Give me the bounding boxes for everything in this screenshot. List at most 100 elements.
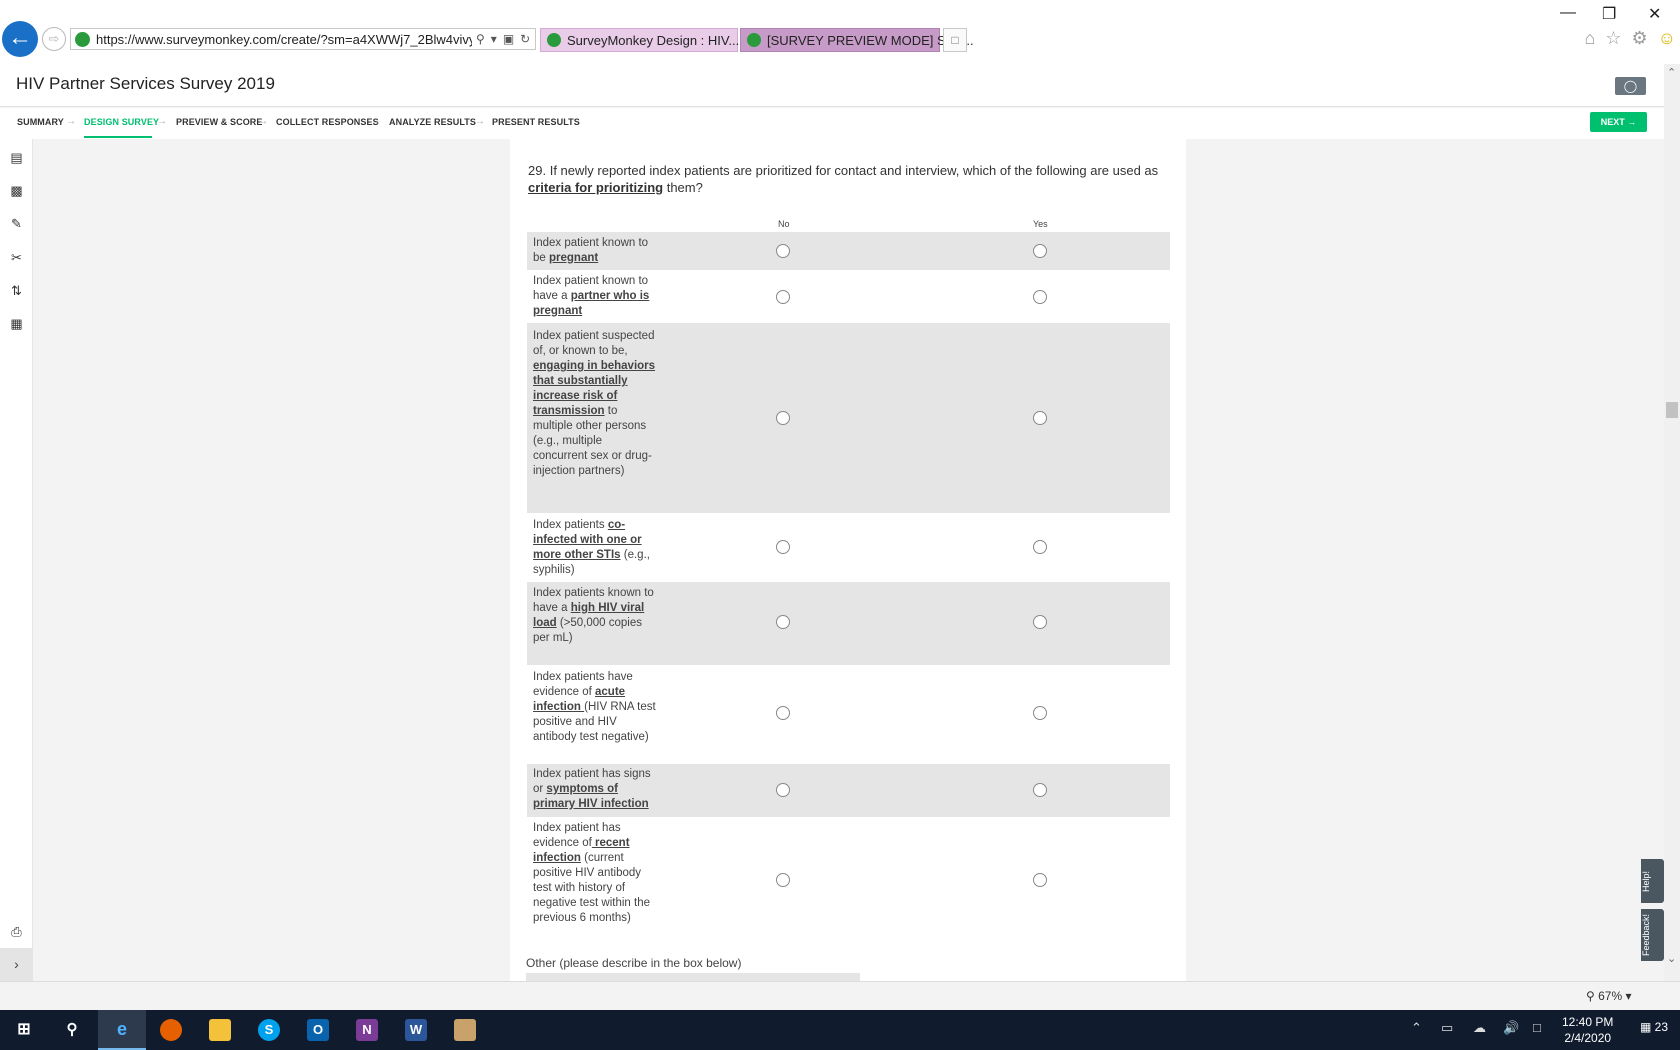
radio-yes[interactable] [1033,290,1047,304]
builder-chart-icon[interactable]: ▩ [8,182,25,199]
matrix-row: Index patient known to have a partner wh… [527,270,1170,323]
matrix-row: Index patients known to have a high HIV … [527,582,1170,665]
refresh-icon[interactable]: ↻ [520,32,530,46]
tab-surveymonkey-design[interactable]: SurveyMonkey Design : HIV... × [540,28,747,52]
row-label: Index patient has evidence of recent inf… [533,822,650,924]
network-icon[interactable]: □ [1533,1020,1541,1035]
scroll-down-icon[interactable]: ⌄ [1667,952,1676,965]
question-bank-icon[interactable]: ▤ [8,149,25,166]
row-label: Index patient known to be pregnant [533,237,649,264]
question-keyword: criteria for prioritizing [528,180,664,195]
radio-no[interactable] [776,411,790,425]
back-arrow-icon[interactable]: ← [2,21,38,57]
vertical-scrollbar[interactable]: ⌃ ⌄ [1664,64,1680,981]
other-text-input[interactable] [526,973,860,981]
new-tab-icon[interactable]: □ [943,28,967,52]
row-label: Index patient suspected of, or known to … [533,330,656,477]
search-icon[interactable]: ⚲ [48,1010,96,1050]
tab-collect-responses[interactable]: COLLECT RESPONSES [276,117,379,127]
app-header: HIV Partner Services Survey 2019 ◯ [0,64,1664,107]
arrow-right-icon: → [66,116,76,127]
tab-summary[interactable]: SUMMARY [17,117,64,127]
feedback-tab[interactable]: Feedback! [1641,909,1664,961]
zoom-level[interactable]: ⚲ 67% ▾ [1586,989,1632,1003]
active-tab-indicator [84,136,152,138]
smiley-feedback-icon[interactable]: ☺ [1658,28,1676,49]
radio-no[interactable] [776,783,790,797]
print-icon[interactable]: ⎙ [8,923,25,940]
matrix-row: Index patients have evidence of acute in… [527,665,1170,764]
radio-yes[interactable] [1033,873,1047,887]
windows-start-icon[interactable]: ⊞ [0,1010,48,1050]
radio-yes[interactable] [1033,706,1047,720]
close-window-icon[interactable]: ✕ [1648,4,1661,24]
settings-gear-icon[interactable]: ⚙ [1631,28,1647,49]
image-app-icon[interactable] [441,1010,489,1050]
tab-preview-score[interactable]: PREVIEW & SCORE [176,117,263,127]
system-clock[interactable]: 12:40 PM 2/4/2020 [1562,1014,1613,1046]
scroll-up-icon[interactable]: ⌃ [1667,66,1676,79]
radio-yes[interactable] [1033,540,1047,554]
radio-no[interactable] [776,290,790,304]
tab-survey-preview[interactable]: [SURVEY PREVIEW MODE] Surv... [740,28,974,52]
radio-yes[interactable] [1033,783,1047,797]
matrix-row: Index patients co-infected with one or m… [527,513,1170,582]
next-button[interactable]: NEXT → [1590,112,1647,132]
browser-status-bar: ⚲ 67% ▾ [0,981,1680,1010]
arrow-right-icon: → [157,116,167,127]
search-icon[interactable]: ⚲ [476,32,485,46]
tray-expand-icon[interactable]: ⌃ [1411,1020,1422,1036]
help-tab[interactable]: Help! [1641,859,1664,903]
minimize-icon[interactable]: — [1560,4,1576,22]
arrow-right-icon: → [258,116,268,127]
matrix-row: Index patient suspected of, or known to … [527,323,1170,513]
onenote-icon[interactable]: N [343,1010,391,1050]
radio-no[interactable] [776,873,790,887]
home-icon[interactable]: ⌂ [1584,28,1595,49]
chevron-down-icon[interactable]: ▾ [491,32,497,46]
surveymonkey-site-icon [75,31,90,47]
radio-no[interactable] [776,706,790,720]
restore-icon[interactable]: ❐ [1602,4,1616,24]
radio-no[interactable] [776,244,790,258]
favorites-star-icon[interactable]: ☆ [1605,28,1621,49]
volume-icon[interactable]: 🔊 [1503,1020,1519,1036]
lock-icon: ▣ [502,32,515,46]
row-label: Index patients co-infected with one or m… [533,519,650,576]
workflow-nav: SUMMARY → DESIGN SURVEY → PREVIEW & SCOR… [0,108,1664,139]
skype-icon[interactable]: S [245,1010,293,1050]
arrow-right-icon: → [371,116,381,127]
radio-no[interactable] [776,540,790,554]
internet-explorer-icon[interactable]: e [98,1010,146,1050]
notification-icon[interactable]: ▦ 23 [1640,1020,1668,1034]
expand-sidebar-icon[interactable]: › [0,948,33,981]
onedrive-cloud-icon[interactable]: ☁ [1473,1020,1486,1036]
address-bar[interactable]: https://www.surveymonkey.com/create/?sm=… [70,28,536,50]
matrix-row: Index patient known to be pregnant [527,232,1170,270]
tab-present-results[interactable]: PRESENT RESULTS [492,117,580,127]
comment-icon[interactable]: ◯ [1615,77,1646,95]
radio-yes[interactable] [1033,615,1047,629]
radio-no[interactable] [776,615,790,629]
row-label: Index patients have evidence of acute in… [533,671,656,743]
tab-design-survey[interactable]: DESIGN SURVEY [84,117,159,127]
logic-branch-icon[interactable]: ✂ [8,249,25,266]
battery-icon[interactable]: ▭ [1441,1020,1453,1036]
paintbrush-icon[interactable]: ✎ [8,215,25,232]
radio-yes[interactable] [1033,244,1047,258]
forward-arrow-icon[interactable]: ⇨ [42,27,66,51]
other-label: Other (please describe in the box below) [526,956,742,970]
radio-yes[interactable] [1033,411,1047,425]
firefox-icon[interactable] [147,1010,195,1050]
options-sliders-icon[interactable]: ⇅ [8,282,25,299]
left-toolbar: ▤ ▩ ✎ ✂ ⇅ ▦ ⎙ › [0,139,33,981]
word-icon[interactable]: W [392,1010,440,1050]
file-explorer-icon[interactable] [196,1010,244,1050]
format-icon[interactable]: ▦ [8,315,25,332]
tab-analyze-results[interactable]: ANALYZE RESULTS [389,117,476,127]
row-label: Index patient has signs or symptoms of p… [533,768,651,810]
scroll-thumb[interactable] [1666,402,1678,418]
outlook-icon[interactable]: O [294,1010,342,1050]
row-label: Index patients known to have a high HIV … [533,587,654,644]
surveymonkey-tab-icon [547,33,561,47]
